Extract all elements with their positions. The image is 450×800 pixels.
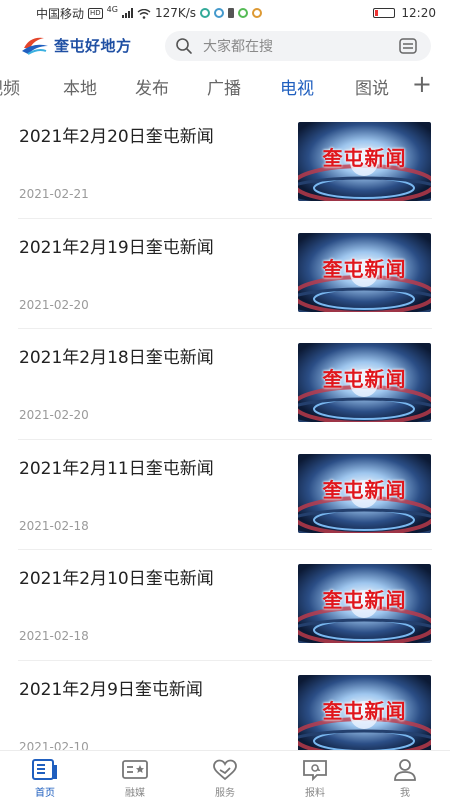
news-date: 2021-02-20 (19, 408, 89, 423)
app-logo[interactable]: 奎屯好地方 (20, 34, 132, 56)
nav-label: 我 (400, 788, 410, 799)
thumbnail-caption: 奎屯新闻 (322, 256, 407, 281)
news-date: 2021-02-21 (19, 187, 89, 201)
app-notification-icon (252, 8, 263, 18)
news-thumbnail: 奎屯新闻 (298, 343, 431, 423)
tab-tv[interactable]: 电视 (280, 74, 314, 99)
search-bar[interactable]: 大家都在搜 (165, 31, 431, 61)
news-date: 2021-02-20 (19, 297, 89, 312)
media-icon (122, 759, 148, 781)
app-notification-icon (238, 8, 249, 18)
nav-report[interactable]: 报料 (270, 751, 360, 800)
news-date: 2021-02-18 (19, 629, 89, 644)
tab-broadcast[interactable]: 广播 (207, 74, 241, 99)
report-icon (302, 759, 328, 782)
carrier-label: 中国移动 (36, 6, 85, 21)
news-thumbnail: 奎屯新闻 (298, 564, 431, 644)
news-thumbnail: 奎屯新闻 (298, 122, 431, 201)
news-title: 2021年2月11日奎屯新闻 (19, 458, 214, 479)
news-date: 2021-02-18 (19, 518, 89, 533)
logo-text: 奎屯好地方 (54, 36, 132, 55)
news-date: 2021-02-10 (19, 739, 89, 750)
thumbnail-caption: 奎屯新闻 (322, 588, 407, 613)
news-item[interactable]: 2021年2月19日奎屯新闻 2021-02-20 奎屯新闻 (18, 219, 432, 330)
news-title: 2021年2月18日奎屯新闻 (19, 348, 214, 369)
thumbnail-caption: 奎屯新闻 (322, 477, 407, 502)
channel-tabs: 视频 本地 发布 广播 电视 图说 + (0, 70, 450, 102)
thumbnail-caption: 奎屯新闻 (322, 698, 407, 723)
nav-label: 服务 (215, 788, 235, 799)
tab-publish[interactable]: 发布 (135, 74, 169, 99)
tab-local[interactable]: 本地 (63, 74, 97, 99)
thumbnail-caption: 奎屯新闻 (322, 367, 407, 392)
nav-media[interactable]: 融媒 (90, 751, 180, 800)
user-icon (392, 759, 418, 781)
hd-badge: HD (88, 7, 103, 19)
tab-video[interactable]: 视频 (0, 74, 20, 99)
scan-icon[interactable] (399, 38, 417, 54)
nav-label: 报料 (305, 788, 325, 799)
news-item[interactable]: 2021年2月11日奎屯新闻 2021-02-18 奎屯新闻 (18, 440, 432, 551)
nav-home[interactable]: 首页 (0, 751, 90, 800)
news-title: 2021年2月9日奎屯新闻 (19, 679, 203, 700)
bottom-nav: 首页 融媒 服务 报料 我 (0, 750, 450, 800)
clock: 12:20 (401, 6, 436, 20)
signal-icon (121, 8, 133, 18)
network-type: 4G (106, 4, 118, 14)
news-title: 2021年2月20日奎屯新闻 (19, 127, 214, 147)
news-thumbnail: 奎屯新闻 (298, 453, 431, 533)
news-list: 2021年2月20日奎屯新闻 2021-02-21 奎屯新闻 2021年2月19… (0, 108, 450, 750)
app-notification-icon (214, 8, 225, 18)
news-item[interactable]: 2021年2月20日奎屯新闻 2021-02-21 奎屯新闻 (18, 108, 432, 219)
news-title: 2021年2月10日奎屯新闻 (19, 569, 214, 590)
status-bar: 中国移动 HD 4G 127K/s 12:20 (0, 0, 450, 26)
logo-icon (20, 34, 50, 56)
news-item[interactable]: 2021年2月10日奎屯新闻 2021-02-18 奎屯新闻 (18, 550, 432, 661)
battery-icon (373, 8, 396, 18)
news-thumbnail: 奎屯新闻 (298, 232, 431, 312)
nav-label: 融媒 (125, 788, 145, 799)
app-notification-icon (200, 8, 211, 18)
news-item[interactable]: 2021年2月18日奎屯新闻 2021-02-20 奎屯新闻 (18, 329, 432, 440)
nav-label: 首页 (35, 788, 55, 799)
news-title: 2021年2月19日奎屯新闻 (19, 237, 214, 258)
service-icon (212, 759, 238, 781)
news-item[interactable]: 2021年2月9日奎屯新闻 2021-02-10 奎屯新闻 (18, 661, 432, 750)
nav-service[interactable]: 服务 (180, 751, 270, 800)
lock-icon (228, 8, 235, 18)
search-icon (175, 37, 193, 55)
tab-picture[interactable]: 图说 (355, 74, 389, 99)
news-thumbnail: 奎屯新闻 (298, 674, 431, 750)
thumbnail-caption: 奎屯新闻 (322, 146, 407, 170)
header: 奎屯好地方 大家都在搜 (0, 28, 450, 64)
search-placeholder: 大家都在搜 (203, 39, 273, 55)
wifi-icon (137, 8, 151, 19)
nav-me[interactable]: 我 (360, 751, 450, 800)
home-icon (32, 759, 58, 781)
network-speed: 127K/s (154, 6, 197, 20)
add-channel-button[interactable]: + (412, 70, 432, 98)
